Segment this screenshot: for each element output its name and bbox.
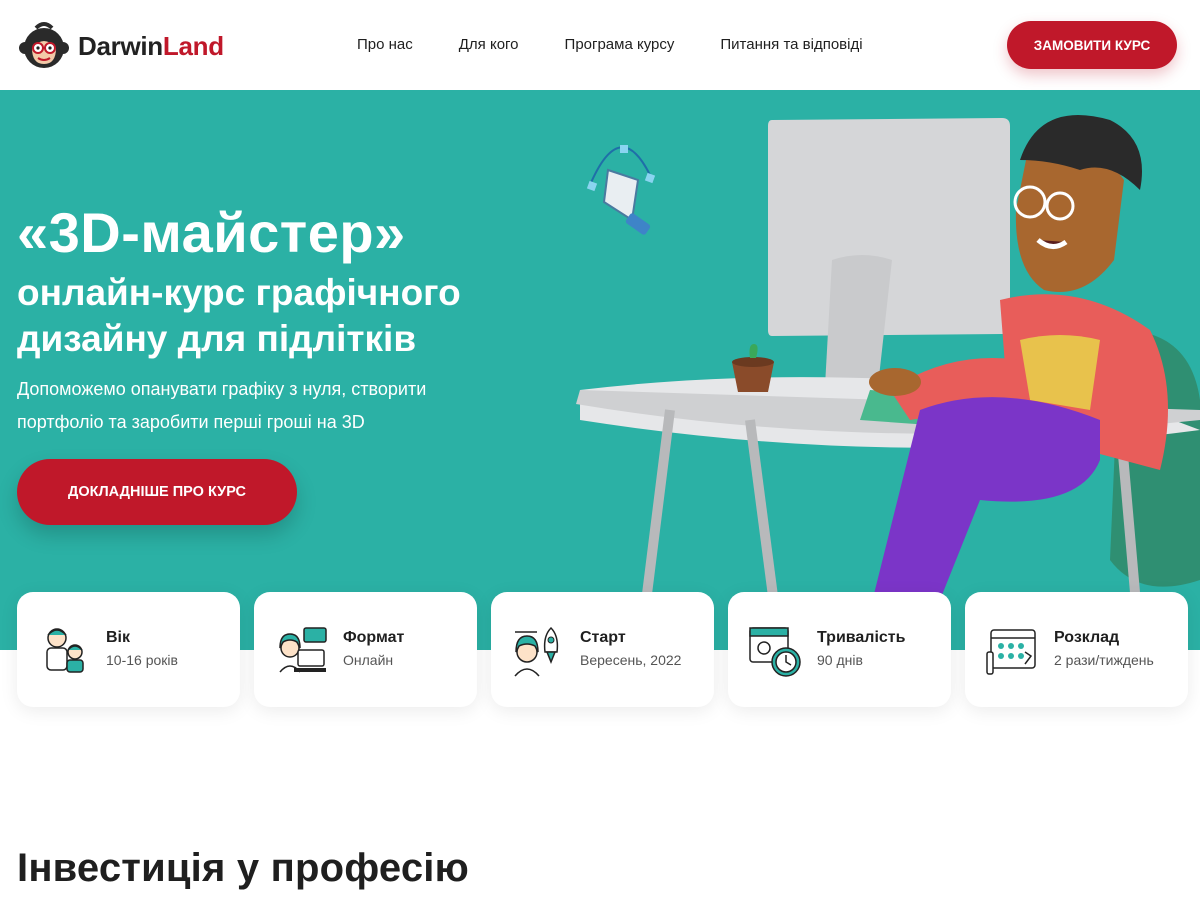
monkey-logo-icon bbox=[19, 22, 69, 68]
course-info-cards: Вік 10-16 років Формат Онлайн Старт Вере… bbox=[17, 592, 1200, 707]
main-nav: Про нас Для кого Програма курсу Питання … bbox=[357, 36, 909, 53]
hero-subtitle-line-1: онлайн-курс графічного bbox=[17, 272, 461, 313]
nav-for-whom[interactable]: Для кого bbox=[459, 36, 519, 53]
person-head bbox=[1013, 115, 1142, 292]
info-card-value: 2 рази/тиждень bbox=[1054, 652, 1154, 668]
info-card-title: Розклад bbox=[1054, 629, 1120, 646]
info-card-start: Старт Вересень, 2022 bbox=[491, 592, 714, 707]
online-format-icon bbox=[279, 627, 327, 673]
learn-more-button[interactable]: ДОКЛАДНІШЕ ПРО КУРС bbox=[17, 459, 297, 525]
plant-pot bbox=[732, 344, 774, 392]
logo-wordmark: DarwinLand bbox=[78, 31, 224, 62]
hero-description: Допоможемо опанувати графіку з нуля, ств… bbox=[17, 373, 517, 439]
info-card-title: Старт bbox=[580, 629, 626, 646]
investment-section-title: Інвестиція у професію bbox=[17, 846, 469, 890]
info-card-value: Онлайн bbox=[343, 652, 394, 668]
pen-tool-icon bbox=[586, 145, 656, 235]
logo-part-darwin: Darwin bbox=[78, 30, 163, 61]
info-card-schedule: Розклад 2 рази/тиждень bbox=[965, 592, 1188, 707]
designer-at-computer-illustration bbox=[576, 115, 1200, 650]
hero-subtitle: онлайн-курс графічного дизайну для підлі… bbox=[17, 270, 461, 362]
hero-section: «3D-майстер» онлайн-курс графічного диза… bbox=[0, 90, 1200, 650]
logo-part-land: Land bbox=[162, 30, 224, 61]
hero-subtitle-line-2: дизайну для підлітків bbox=[17, 318, 417, 359]
order-course-button[interactable]: ЗАМОВИТИ КУРС bbox=[1007, 21, 1177, 69]
logo[interactable]: DarwinLand bbox=[16, 18, 224, 74]
info-card-value: 10-16 років bbox=[106, 652, 178, 668]
info-card-title: Тривалість bbox=[817, 629, 906, 646]
hero-description-line-2: портфоліо та заробити перші гроші на 3D bbox=[17, 412, 365, 432]
hero-description-line-1: Допоможемо опанувати графіку з нуля, ств… bbox=[17, 379, 427, 399]
info-card-duration: Тривалість 90 днів bbox=[728, 592, 951, 707]
hero-title: «3D-майстер» bbox=[17, 201, 406, 264]
nav-about[interactable]: Про нас bbox=[357, 36, 413, 53]
clock-duration-icon bbox=[749, 627, 801, 677]
info-card-format: Формат Онлайн bbox=[254, 592, 477, 707]
info-card-value: Вересень, 2022 bbox=[580, 652, 682, 668]
site-header: DarwinLand Про нас Для кого Програма кур… bbox=[0, 0, 1200, 90]
kids-icon bbox=[46, 628, 84, 673]
nav-program[interactable]: Програма курсу bbox=[565, 36, 675, 53]
info-card-title: Формат bbox=[343, 629, 405, 646]
calendar-schedule-icon bbox=[986, 629, 1036, 675]
rocket-start-icon bbox=[514, 626, 559, 677]
info-card-title: Вік bbox=[106, 629, 131, 646]
info-card-age: Вік 10-16 років bbox=[17, 592, 240, 707]
nav-faq[interactable]: Питання та відповіді bbox=[720, 36, 862, 53]
info-card-value: 90 днів bbox=[817, 652, 863, 668]
